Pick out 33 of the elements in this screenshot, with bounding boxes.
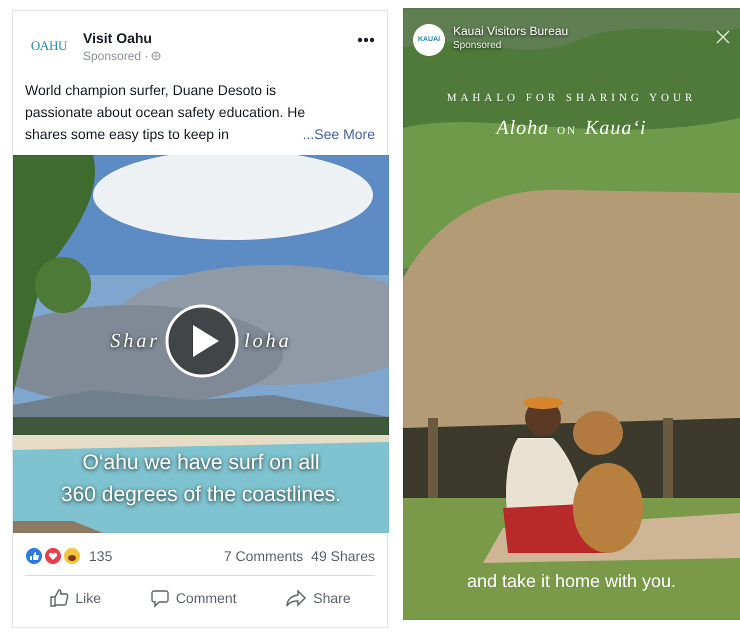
tagline-text: Aloha (496, 116, 550, 140)
caption-text: shares some easy tips to keep in (25, 125, 229, 144)
video-subtitle: O‘ahu we have surf on all (82, 450, 320, 476)
shares-count[interactable]: 49 Shares (311, 546, 375, 566)
sponsored-label: Sponsored (453, 39, 502, 52)
headline-text: MAHALO FOR SHARING YOUR (446, 91, 696, 106)
video-subtitle: 360 degrees of the coastlines. (60, 482, 342, 508)
comments-count[interactable]: 7 Comments (224, 546, 304, 566)
play-button[interactable] (164, 303, 240, 379)
more-options-icon[interactable] (357, 37, 375, 43)
speech-bubble-icon (150, 588, 170, 608)
share-arrow-icon (285, 588, 308, 608)
video-title-text: Shar (110, 329, 160, 354)
video-caption: and take it home with you. (466, 570, 678, 593)
reaction-count[interactable]: 135 (89, 546, 112, 566)
globe-icon (151, 51, 162, 61)
share-button[interactable]: Share (285, 588, 351, 608)
thumbs-up-icon (49, 588, 70, 608)
page-logo[interactable]: OAHU (25, 29, 73, 63)
caption-text: passionate about ocean safety education. He (25, 103, 306, 122)
close-icon[interactable] (716, 30, 730, 44)
page-name[interactable]: Kauai Visitors Bureau (453, 24, 568, 39)
tagline-text: ON (557, 124, 578, 138)
sponsored-label: Sponsored · (83, 48, 148, 65)
caption-text: World champion surfer, Duane Desoto is (25, 81, 276, 100)
comment-button[interactable]: Comment (150, 588, 236, 608)
page-name[interactable]: Visit Oahu (83, 29, 162, 47)
video-player[interactable]: Shar loha O‘ahu we have surf on all 360 degrees of the coastlines. (13, 155, 389, 533)
reaction-icons[interactable] (25, 547, 83, 565)
like-button[interactable]: Like (49, 588, 102, 608)
see-more-link[interactable]: ...See More (302, 123, 375, 145)
video-title-text: loha (244, 329, 292, 354)
tagline-text: Kaua‘i (585, 116, 647, 140)
